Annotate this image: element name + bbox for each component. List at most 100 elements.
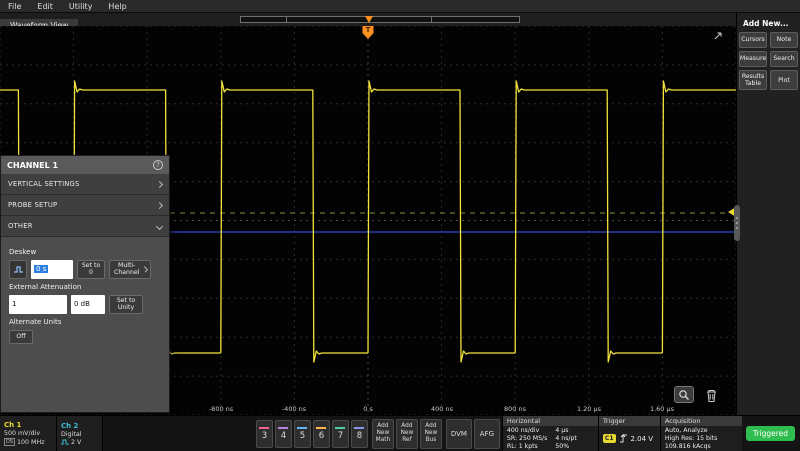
horizontal-value: 400 ns/div xyxy=(507,427,547,435)
magnifier-icon xyxy=(678,389,690,401)
menu-item-utility[interactable]: Utility xyxy=(61,0,101,13)
channel3-button[interactable]: 3 xyxy=(256,420,273,448)
label-line: Add xyxy=(377,423,388,430)
label-line: New xyxy=(377,430,390,437)
timebase-overview[interactable] xyxy=(240,16,520,23)
channel8-number: 8 xyxy=(357,431,362,441)
add-new-buttons: AddNewMathAddNewRefAddNewBus xyxy=(372,416,442,451)
horizontal-value: 4 ns/pt xyxy=(555,435,577,443)
label-line: Bus xyxy=(426,437,437,444)
zoom-button[interactable] xyxy=(674,386,694,403)
overview-tick xyxy=(431,17,432,22)
channel1-dialog: CHANNEL 1 ? VERTICAL SETTINGS PROBE SETU… xyxy=(0,155,170,413)
add-new-ref-button[interactable]: AddNewRef xyxy=(396,419,418,449)
add-new-bus-button[interactable]: AddNewBus xyxy=(420,419,442,449)
channel8-color-strip xyxy=(354,427,364,429)
afg-button[interactable]: AFG xyxy=(474,419,500,449)
deskew-input[interactable]: 0 s xyxy=(31,260,73,279)
overview-tick xyxy=(286,17,287,22)
add-new-title: Add New... xyxy=(743,19,800,28)
channel8-button[interactable]: 8 xyxy=(351,420,368,448)
channel1-ds-tag: DS xyxy=(4,438,15,446)
add-results-table-button[interactable]: Results Table xyxy=(739,70,767,90)
chevron-down-icon xyxy=(156,222,163,229)
label-line: Ref xyxy=(402,437,411,444)
tab-bar: Waveform View xyxy=(0,13,736,26)
trash-icon xyxy=(705,388,718,403)
add-plot-button[interactable]: Plot xyxy=(770,70,798,90)
set-to-zero-button[interactable]: Set to 0 xyxy=(77,260,105,279)
channel4-number: 4 xyxy=(281,431,286,441)
acquisition-mode: Auto, Analyze xyxy=(665,427,738,435)
menu-item-edit[interactable]: Edit xyxy=(29,0,61,13)
add-new-sidebar: Add New... CursorsNoteMeasureSearchResul… xyxy=(736,13,800,415)
expand-icon[interactable] xyxy=(712,30,724,42)
horizontal-panel[interactable]: Horizontal 400 ns/divSR: 250 MS/sRL: 1 k… xyxy=(502,416,598,451)
channel7-number: 7 xyxy=(338,431,343,441)
channel1-badge[interactable]: Ch 1 500 mV/div DS 100 MHz xyxy=(0,416,57,451)
deskew-label: Deskew xyxy=(9,248,161,256)
dialog-header[interactable]: CHANNEL 1 ? xyxy=(1,156,169,174)
dialog-title: CHANNEL 1 xyxy=(7,161,153,170)
bottom-bar: Ch 1 500 mV/div DS 100 MHz Ch 2 Digital … xyxy=(0,415,800,451)
section-probe-setup[interactable]: PROBE SETUP xyxy=(1,195,169,216)
sidebar-buttons: CursorsNoteMeasureSearchResults TablePlo… xyxy=(737,32,800,90)
horizontal-col1: 400 ns/divSR: 250 MS/sRL: 1 kpts xyxy=(507,427,547,451)
section-other[interactable]: OTHER xyxy=(1,216,169,237)
acquisition-resolution: High Res: 15 bits xyxy=(665,435,738,443)
delete-button[interactable] xyxy=(702,386,720,405)
multi-channel-label: Multi-Channel xyxy=(113,262,140,277)
channel2-name: Ch 2 xyxy=(61,422,98,430)
overview-trigger-caret-icon[interactable] xyxy=(365,16,373,23)
panel-drag-handle[interactable] xyxy=(734,205,740,241)
channel1-scale: 500 mV/div xyxy=(4,430,52,437)
time-axis-label: 800 ns xyxy=(504,405,526,413)
add-cursors-button[interactable]: Cursors xyxy=(739,32,767,48)
channel6-button[interactable]: 6 xyxy=(313,420,330,448)
channel5-number: 5 xyxy=(300,431,305,441)
alternate-units-toggle[interactable]: Off xyxy=(9,330,33,344)
deskew-waveform-icon[interactable] xyxy=(9,260,27,279)
add-note-button[interactable]: Note xyxy=(770,32,798,48)
acquisition-count: 109.816 kAcqs xyxy=(665,443,738,451)
channel4-button[interactable]: 4 xyxy=(275,420,292,448)
channel4-color-strip xyxy=(278,427,288,429)
help-icon[interactable]: ? xyxy=(153,160,163,170)
trigger-level-value: 2.04 V xyxy=(631,435,654,443)
set-to-unity-button[interactable]: Set to Unity xyxy=(109,295,143,314)
attenuation-ratio-input[interactable]: 1 xyxy=(9,295,67,314)
channel5-button[interactable]: 5 xyxy=(294,420,311,448)
triggered-indicator: Triggered xyxy=(746,426,795,441)
section-vertical-settings[interactable]: VERTICAL SETTINGS xyxy=(1,174,169,195)
add-new-math-button[interactable]: AddNewMath xyxy=(372,419,394,449)
horizontal-value: 50% xyxy=(555,443,577,451)
trigger-panel[interactable]: Trigger C1 2.04 V xyxy=(598,416,660,451)
time-axis-label: 0 s xyxy=(363,405,373,413)
time-axis-label: 1.20 µs xyxy=(577,405,601,413)
time-axis-label: -400 ns xyxy=(282,405,306,413)
section-label: PROBE SETUP xyxy=(8,201,157,209)
channel2-badge[interactable]: Ch 2 Digital 2 V xyxy=(57,416,103,451)
channel3-number: 3 xyxy=(262,431,267,441)
trigger-title: Trigger xyxy=(599,416,660,426)
label-line: New xyxy=(401,430,414,437)
menu-bar: FileEditUtilityHelp xyxy=(0,0,800,13)
menu-item-help[interactable]: Help xyxy=(100,0,134,13)
acquisition-panel[interactable]: Acquisition Auto, Analyze High Res: 15 b… xyxy=(660,416,742,451)
label-line: Add xyxy=(425,423,436,430)
label-line: Math xyxy=(376,437,391,444)
channel2-mode: Digital xyxy=(61,431,98,438)
dvm-button[interactable]: DVM xyxy=(446,419,472,449)
menu-item-file[interactable]: File xyxy=(0,0,29,13)
attenuation-db-input[interactable]: 0 dB xyxy=(71,295,105,314)
label-line: Add xyxy=(401,423,412,430)
add-measure-button[interactable]: Measure xyxy=(739,51,767,67)
channel7-button[interactable]: 7 xyxy=(332,420,349,448)
chevron-right-icon xyxy=(142,266,148,272)
label-line: New xyxy=(425,430,438,437)
section-label: OTHER xyxy=(8,222,157,230)
multi-channel-button[interactable]: Multi-Channel xyxy=(109,260,151,279)
waveform-display[interactable]: -1.20 µs-800 ns-400 ns0 s400 ns800 ns1.2… xyxy=(0,26,736,415)
horizontal-col2: 4 µs4 ns/pt50% xyxy=(555,427,577,451)
add-search-button[interactable]: Search xyxy=(770,51,798,67)
